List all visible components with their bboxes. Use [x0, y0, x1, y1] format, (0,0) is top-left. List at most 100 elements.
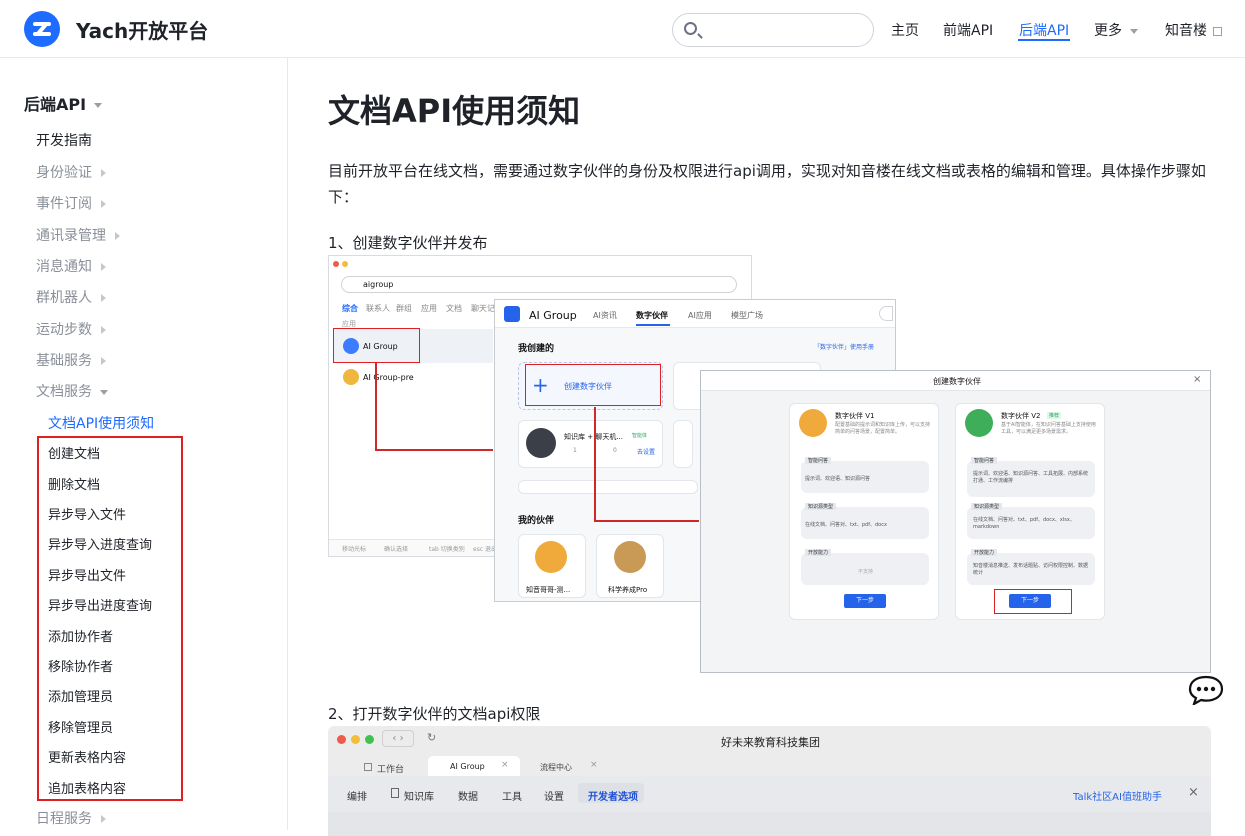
v2-section-title: 知识源类型: [971, 503, 1003, 510]
sidebar-item-label: 运动步数: [36, 322, 92, 338]
sidebar-subitem-add-collaborator[interactable]: 添加协作者: [48, 626, 113, 645]
sidebar-item-group-bot[interactable]: 群机器人: [36, 287, 106, 307]
sidebar-subitem-export-progress[interactable]: 异步导出进度查询: [48, 595, 152, 614]
sidebar-section-label: 后端API: [24, 95, 87, 114]
mini-tab: 综合: [342, 304, 358, 313]
window-close-dot-icon: [337, 735, 346, 744]
mini-manual-link: 「数字伙伴」使用手册: [814, 344, 875, 351]
partner-card: [673, 420, 693, 468]
chevron-right-icon: [101, 357, 106, 365]
sidebar-item-calendar[interactable]: 日程服务: [36, 808, 106, 828]
sidebar-item-steps[interactable]: 运动步数: [36, 319, 106, 339]
sidebar-item-basic[interactable]: 基础服务: [36, 350, 106, 370]
v2-section-value: 在线文档、问答对、txt、pdf、docx、xlsx、markdown: [973, 517, 1075, 530]
mini-app-name: AI Group-pre: [363, 373, 414, 382]
mini-footer-hint: 确认选择: [384, 546, 409, 553]
nav-more[interactable]: 更多: [1094, 20, 1138, 40]
mini-search-bar: [879, 306, 893, 321]
refresh-icon: ↻: [427, 731, 437, 744]
app-menu-item: 知识库: [404, 792, 434, 803]
v2-section-value: 提示词、欢迎语、知识源问答、工具拓展、内部系统打通、工作流编排: [973, 471, 1089, 484]
window-dot-icon: [342, 261, 348, 267]
mini-app-title: AI Group: [529, 309, 577, 322]
chevron-right-icon: [101, 169, 106, 177]
partner-name: 科学养成Pro: [608, 586, 648, 594]
partner-card-badge: 智能体: [632, 433, 648, 439]
close-icon: ×: [590, 760, 598, 770]
sidebar-subitem-create-doc[interactable]: 创建文档: [48, 443, 100, 462]
nav-zhiyinlou[interactable]: 知音楼: [1165, 20, 1222, 40]
sidebar-subitem-remove-admin[interactable]: 移除管理员: [48, 717, 113, 736]
robot-v1-icon: [799, 409, 827, 437]
brand-title[interactable]: Yach开放平台: [76, 15, 208, 44]
mini-search-query: aigroup: [363, 280, 394, 289]
book-icon: [391, 788, 399, 798]
app-menu-item: 设置: [544, 792, 564, 803]
v2-section-title: 开放能力: [971, 549, 998, 556]
chevron-down-icon: [1130, 28, 1138, 34]
sidebar-item-label: 消息通知: [36, 259, 92, 275]
grid-icon: [364, 763, 372, 771]
highlight-box: [333, 328, 420, 363]
mini-tab-underline: [636, 324, 670, 326]
yach-logo-icon[interactable]: [24, 11, 60, 47]
sidebar-item-label: 基础服务: [36, 353, 92, 369]
app-menu-item: 数据: [458, 792, 478, 803]
chat-bubble-icon[interactable]: [1188, 675, 1224, 707]
mini-tab: AI应用: [688, 311, 712, 320]
connector-line: [594, 520, 699, 522]
sidebar-subitem-add-admin[interactable]: 添加管理员: [48, 686, 113, 705]
chevron-right-icon: [101, 326, 106, 334]
screenshot-create-dialog: 创建数字伙伴 × 数字伙伴 V1 配置基础的提示词和知识库上传，可以支持简单的问…: [700, 370, 1211, 673]
v1-section-value: 在线文档、问答对、txt、pdf、docx: [805, 522, 887, 528]
chevron-right-icon: [115, 232, 120, 240]
sidebar-item-events[interactable]: 事件订阅: [36, 193, 106, 213]
window-max-dot-icon: [365, 735, 374, 744]
nav-more-label: 更多: [1094, 23, 1122, 39]
sidebar-item-label: 事件订阅: [36, 196, 92, 212]
mini-row: [518, 480, 698, 494]
screenshot-app-window: ‹ › ↻ 好未来教育科技集团 工作台 AI Group × 流程中心 × 编排…: [328, 726, 1211, 836]
chevron-down-icon: [100, 389, 108, 395]
search-input[interactable]: [705, 20, 865, 40]
app-menu-item: 工具: [502, 792, 522, 803]
sidebar-subitem-remove-collaborator[interactable]: 移除协作者: [48, 656, 113, 675]
search-box[interactable]: [672, 13, 874, 47]
sidebar-item-messages[interactable]: 消息通知: [36, 256, 106, 276]
sidebar-subitem-update-sheet[interactable]: 更新表格内容: [48, 747, 126, 766]
close-icon: ×: [1188, 785, 1199, 800]
sidebar-item-label: 身份验证: [36, 165, 92, 181]
sidebar-section-backend-api[interactable]: 后端API: [24, 91, 103, 115]
sidebar-item-dev-guide[interactable]: 开发指南: [36, 130, 92, 150]
sidebar-subitem-delete-doc[interactable]: 删除文档: [48, 474, 100, 493]
nav-home[interactable]: 主页: [891, 20, 919, 40]
sidebar-subitem-async-export[interactable]: 异步导出文件: [48, 565, 126, 584]
sidebar-item-label: 文档服务: [36, 384, 92, 400]
sidebar-item-auth[interactable]: 身份验证: [36, 162, 106, 182]
sidebar-item-label: 通讯录管理: [36, 228, 106, 244]
v1-section-value: 提示词、欢迎语、知识源问答: [805, 476, 871, 482]
v2-desc: 基于AI智能体，在知识问答基础上支持使用工具，可以满足更多场景需求。: [1001, 422, 1096, 435]
nav-zhiyinlou-label: 知音楼: [1165, 23, 1207, 39]
v1-next-button: 下一步: [844, 594, 886, 608]
sidebar-item-contacts[interactable]: 通讯录管理: [36, 225, 120, 245]
window-tab-label: AI Group: [450, 762, 485, 771]
sidebar-item-label: 日程服务: [36, 811, 92, 827]
sidebar-item-doc-api-notes[interactable]: 文档API使用须知: [48, 413, 154, 433]
app-menu-item: 编排: [347, 792, 367, 803]
robot-avatar-icon: [535, 541, 567, 573]
nav-frontend-api[interactable]: 前端API: [943, 20, 993, 40]
nav-backend-api[interactable]: 后端API: [1019, 20, 1069, 40]
mini-search-bar: [341, 276, 737, 293]
mini-tab: 模型广场: [731, 311, 763, 320]
sidebar-subitem-async-import[interactable]: 异步导入文件: [48, 504, 126, 523]
v2-name: 数字伙伴 V2: [1001, 412, 1041, 420]
v1-section-value: 不支持: [858, 569, 874, 575]
sidebar-subitem-append-sheet[interactable]: 追加表格内容: [48, 778, 126, 797]
sidebar-item-docs[interactable]: 文档服务: [36, 381, 108, 401]
close-icon: ×: [501, 760, 509, 770]
app-body: [328, 812, 1211, 836]
page-title: 文档API使用须知: [328, 92, 581, 130]
connector-line: [375, 363, 377, 450]
sidebar-subitem-import-progress[interactable]: 异步导入进度查询: [48, 534, 152, 553]
